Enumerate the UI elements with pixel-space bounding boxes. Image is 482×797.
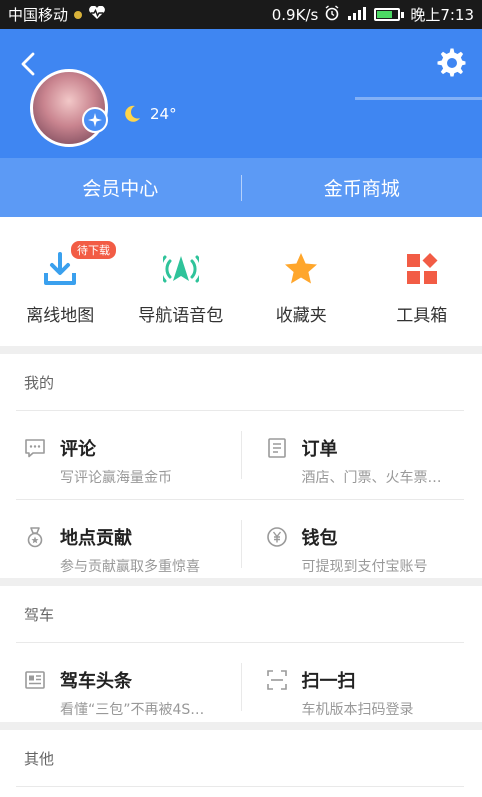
section-other: 其他 <box>0 730 482 797</box>
coin-mall-button[interactable]: 金币商城 <box>242 174 482 201</box>
weather-info: 24° <box>122 104 177 124</box>
item-title: 驾车头条 <box>60 671 132 692</box>
section-title: 其他 <box>24 749 55 768</box>
star-icon <box>285 253 318 284</box>
alarm-icon <box>324 4 340 25</box>
list-row: 驾车头条 看懂“三包”不再被4S… 扫一扫 车机版本扫码登录 <box>0 643 482 731</box>
list-row: 评论 写评论赢海量金币 订单 酒店、门票、火车票… <box>0 411 482 499</box>
toolbox-icon <box>406 253 438 284</box>
clock-time: 晚上7:13 <box>410 6 474 24</box>
verified-badge-icon <box>82 107 108 133</box>
section-title: 驾车 <box>24 605 55 624</box>
member-center-button[interactable]: 会员中心 <box>0 174 241 201</box>
list-row: 地点贡献 参与贡献赢取多重惊喜 钱包 可提现到支付宝账号 <box>0 500 482 588</box>
signal-icon <box>346 5 368 25</box>
quick-action-label: 导航语音包 <box>138 306 224 326</box>
quick-action-toolbox[interactable]: 工具箱 <box>362 217 482 346</box>
quick-action-label: 工具箱 <box>396 306 448 326</box>
medal-icon <box>27 527 43 548</box>
section-title: 我的 <box>24 373 55 392</box>
voice-nav-icon <box>162 255 199 283</box>
network-speed: 0.9K/s <box>271 5 319 24</box>
profile-header: 24° <box>0 29 482 158</box>
comment-icon <box>25 439 45 458</box>
item-subtitle: 酒店、门票、火车票… <box>301 470 442 486</box>
quick-action-label: 收藏夹 <box>275 306 327 326</box>
item-title: 订单 <box>301 439 338 460</box>
battery-icon <box>374 8 405 21</box>
place-contribution-item[interactable]: 地点贡献 参与贡献赢取多重惊喜 <box>0 500 241 588</box>
order-item[interactable]: 订单 酒店、门票、火车票… <box>242 411 482 499</box>
divider <box>16 786 464 787</box>
moon-icon <box>125 105 140 122</box>
item-subtitle: 看懂“三包”不再被4S… <box>60 702 205 718</box>
notification-dot-icon <box>74 10 83 19</box>
temperature: 24° <box>150 105 177 123</box>
quick-actions: 离线地图 待下载 导航语音包 收藏夹 工具箱 <box>0 217 482 346</box>
scan-icon <box>266 670 287 690</box>
wallet-icon <box>266 527 287 547</box>
scan-item[interactable]: 扫一扫 车机版本扫码登录 <box>242 643 482 731</box>
quick-action-voice-pack[interactable]: 导航语音包 <box>121 217 242 346</box>
item-subtitle: 参与贡献赢取多重惊喜 <box>60 559 200 575</box>
heart-rate-icon <box>88 5 106 24</box>
item-subtitle: 可提现到支付宝账号 <box>301 559 428 575</box>
section-mine: 我的 评论 写评论赢海量金币 订单 酒店、门票、火车票… 地点贡献 参与贡献赢取… <box>0 354 482 578</box>
news-icon <box>25 671 45 689</box>
item-title: 地点贡献 <box>60 528 132 549</box>
section-drive: 驾车 驾车头条 看懂“三包”不再被4S… 扫一扫 车机版本扫码登录 <box>0 586 482 722</box>
carrier-label: 中国移动 <box>8 6 69 24</box>
item-subtitle: 写评论赢海量金币 <box>60 470 172 486</box>
wallet-item[interactable]: 钱包 可提现到支付宝账号 <box>242 500 482 588</box>
quick-action-label: 离线地图 <box>26 306 95 326</box>
item-title: 钱包 <box>301 528 338 549</box>
quick-action-favorites[interactable]: 收藏夹 <box>241 217 362 346</box>
back-arrow-icon[interactable] <box>14 49 44 79</box>
order-icon <box>267 438 286 458</box>
member-bar: 会员中心 金币商城 <box>0 158 482 217</box>
header-decoration <box>355 97 482 100</box>
comment-item[interactable]: 评论 写评论赢海量金币 <box>0 411 241 499</box>
item-title: 评论 <box>60 439 96 460</box>
pending-download-badge: 待下载 <box>71 241 116 259</box>
driving-news-item[interactable]: 驾车头条 看懂“三包”不再被4S… <box>0 643 241 731</box>
quick-action-offline-map[interactable]: 离线地图 待下载 <box>0 217 121 346</box>
item-title: 扫一扫 <box>301 671 356 692</box>
settings-gear-icon[interactable] <box>436 47 468 79</box>
item-subtitle: 车机版本扫码登录 <box>301 702 414 718</box>
status-bar: 中国移动 0.9K/s 73 晚上7:13 <box>0 0 482 29</box>
